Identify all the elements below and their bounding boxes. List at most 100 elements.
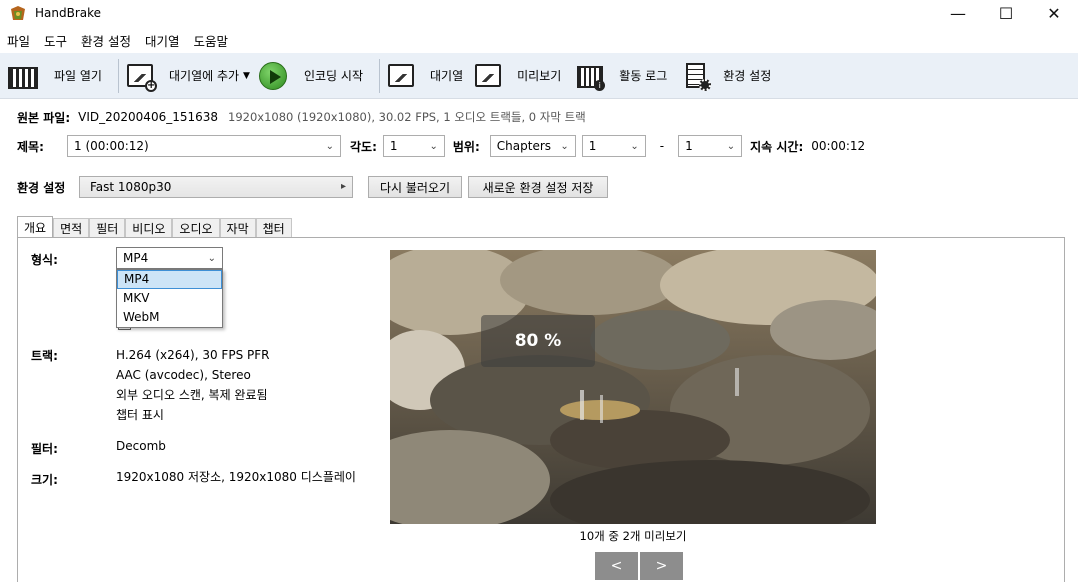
duration-value: 00:00:12 — [811, 139, 866, 153]
duration-label: 지속 시간: — [750, 139, 804, 154]
tab-dimensions[interactable]: 면적 — [53, 218, 90, 238]
play-icon — [258, 61, 288, 91]
tab-strip: 개요 면적 필터 비디오 오디오 자막 챕터 — [17, 216, 292, 238]
range-start-select[interactable]: 1 ⌄ — [581, 135, 646, 157]
menu-help[interactable]: 도움말 — [194, 31, 229, 50]
app-title: HandBrake — [35, 6, 102, 20]
menu-file[interactable]: 파일 — [7, 31, 30, 50]
settings-document-icon — [681, 61, 712, 91]
chevron-down-icon: ⌄ — [560, 141, 569, 152]
add-to-queue-label: 대기열에 추가 — [168, 69, 240, 83]
menu-bar: 파일 도구 환경 설정 대기열 도움말 — [0, 28, 242, 52]
start-encode-label: 인코딩 시작 — [303, 69, 363, 83]
angle-select-value: 1 — [389, 139, 398, 153]
preferences-button[interactable]: 환경 설정 — [681, 53, 781, 99]
add-to-queue-button[interactable]: + 대기열에 추가 ▼ — [125, 53, 258, 99]
preset-value: Fast 1080p30 — [90, 180, 172, 194]
title-bar: HandBrake — ☐ ✕ — [0, 0, 1078, 26]
open-source-button[interactable]: 파일 열기 — [6, 53, 112, 99]
tab-summary[interactable]: 개요 — [17, 216, 54, 238]
preferences-label: 환경 설정 — [723, 69, 772, 83]
preset-select[interactable]: Fast 1080p30 ▸ — [79, 176, 353, 198]
chevron-down-icon: ⌄ — [726, 141, 736, 152]
tab-video[interactable]: 비디오 — [125, 218, 173, 238]
menu-queue[interactable]: 대기열 — [145, 31, 180, 50]
range-end-select[interactable]: 1 ⌄ — [678, 135, 743, 157]
format-option-mp4[interactable]: MP4 — [117, 270, 222, 289]
track-item: 외부 오디오 스캔, 복제 완료됨 — [116, 388, 268, 402]
activity-log-icon: i — [575, 61, 606, 91]
angle-select[interactable]: 1 ⌄ — [382, 135, 445, 157]
angle-label: 각도: — [350, 139, 377, 154]
range-start-value: 1 — [588, 139, 597, 153]
preview-next-button[interactable]: > — [640, 552, 683, 580]
preview-caption: 10개 중 2개 미리보기 — [579, 529, 687, 543]
title-label: 제목: — [17, 139, 44, 154]
tab-chapters[interactable]: 챕터 — [255, 218, 292, 238]
toolbar: 파일 열기 + 대기열에 추가 ▼ 인코딩 시작 대기열 미리보기 i 활동 로… — [0, 53, 1078, 99]
handbrake-logo-icon — [9, 5, 27, 21]
menu-tools[interactable]: 도구 — [44, 31, 67, 50]
range-label: 범위: — [452, 139, 480, 154]
reload-preset-button[interactable]: 다시 불러오기 — [368, 176, 462, 198]
filters-value: Decomb — [116, 439, 166, 453]
tab-filters[interactable]: 필터 — [89, 218, 126, 238]
maximize-button[interactable]: ☐ — [982, 0, 1030, 26]
queue-label: 대기열 — [429, 69, 464, 83]
format-dropdown-list: MP4 MKV WebM — [116, 269, 223, 328]
clapperboard-icon — [6, 61, 40, 91]
range-type-value: Chapters — [496, 139, 552, 153]
queue-icon — [386, 61, 416, 91]
queue-button[interactable]: 대기열 — [386, 53, 473, 99]
title-select[interactable]: 1 (00:00:12) ⌄ — [67, 135, 341, 157]
save-new-preset-button[interactable]: 새로운 환경 설정 저장 — [468, 176, 608, 198]
chevron-down-icon: ⌄ — [207, 253, 216, 264]
track-item: 챕터 표시 — [116, 408, 164, 422]
chevron-right-icon: ▸ — [340, 181, 346, 192]
preview-progress-overlay: 80 % — [481, 315, 595, 367]
range-type-select[interactable]: Chapters ⌄ — [489, 135, 576, 157]
preset-label: 환경 설정 — [17, 180, 66, 195]
tab-subtitles[interactable]: 자막 — [219, 218, 256, 238]
title-select-value: 1 (00:00:12) — [74, 139, 149, 153]
menu-preferences[interactable]: 환경 설정 — [81, 31, 131, 50]
toolbar-separator — [117, 58, 119, 93]
range-dash: - — [659, 139, 665, 153]
tab-audio[interactable]: 오디오 — [172, 218, 220, 238]
chevron-down-icon: ⌄ — [630, 141, 639, 152]
tracks-label: 트랙: — [31, 349, 58, 363]
start-encode-button[interactable]: 인코딩 시작 — [258, 53, 373, 99]
preview-icon — [473, 61, 503, 91]
add-image-icon: + — [125, 61, 157, 92]
source-label: 원본 파일: — [17, 110, 71, 125]
source-name: VID_20200406_151638 — [78, 110, 219, 124]
range-end-value: 1 — [685, 139, 693, 153]
chevron-down-icon: ⌄ — [429, 141, 438, 152]
format-select[interactable]: MP4 ⌄ — [116, 247, 223, 269]
source-row: 원본 파일: VID_20200406_151638 1920x1080 (19… — [17, 108, 586, 126]
activity-log-button[interactable]: i 활동 로그 — [575, 53, 681, 99]
activity-log-label: 활동 로그 — [619, 69, 668, 83]
track-item: H.264 (x264), 30 FPS PFR — [116, 348, 270, 362]
preview-prev-button[interactable]: < — [595, 552, 638, 580]
toolbar-separator — [378, 58, 380, 93]
format-option-mkv[interactable]: MKV — [117, 289, 222, 308]
size-value: 1920x1080 저장소, 1920x1080 디스플레이 — [116, 470, 356, 484]
minimize-button[interactable]: — — [934, 0, 982, 26]
source-info: 1920x1080 (1920x1080), 30.02 FPS, 1 오디오 … — [228, 110, 586, 124]
preview-label: 미리보기 — [517, 69, 562, 83]
tracks-list: H.264 (x264), 30 FPS PFR AAC (avcodec), … — [116, 345, 269, 425]
close-button[interactable]: ✕ — [1030, 0, 1078, 26]
preview-button[interactable]: 미리보기 — [473, 53, 575, 99]
format-select-value: MP4 — [123, 251, 149, 265]
format-option-webm[interactable]: WebM — [117, 308, 222, 327]
open-source-label: 파일 열기 — [54, 69, 102, 83]
chevron-down-icon[interactable]: ▼ — [243, 71, 250, 81]
title-row: 제목: 1 (00:00:12) ⌄ 각도: 1 ⌄ 범위: Chapters … — [17, 134, 865, 158]
chevron-down-icon: ⌄ — [325, 141, 334, 152]
preset-row: 환경 설정 Fast 1080p30 ▸ 다시 불러오기 새로운 환경 설정 저… — [17, 175, 608, 199]
track-item: AAC (avcodec), Stereo — [116, 368, 251, 382]
filters-label: 필터: — [31, 442, 58, 456]
size-label: 크기: — [31, 473, 58, 487]
preview-image — [390, 250, 876, 524]
